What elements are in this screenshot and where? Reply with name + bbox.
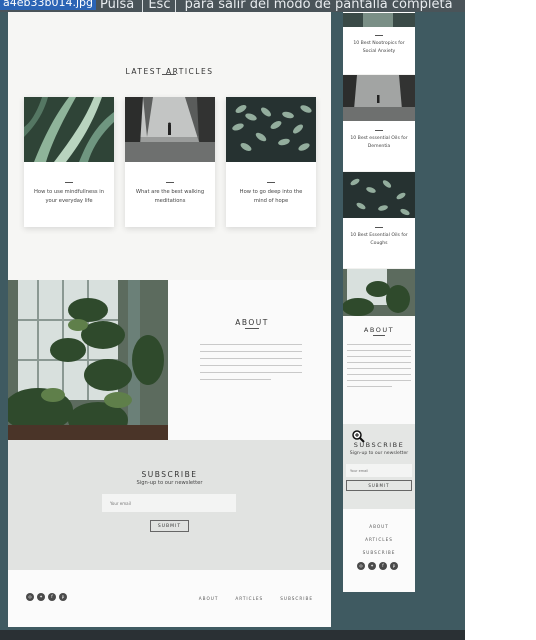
- greenhouse-photo: [8, 280, 168, 440]
- article-card[interactable]: 10 Best essential Oils for Dementia: [343, 75, 415, 171]
- footer: ABOUT ARTICLES SUBSCRIBE ◎ ✦ f p: [343, 509, 415, 592]
- card-divider: [166, 182, 174, 183]
- title-divider: [245, 328, 259, 329]
- card-title: 10 Best Essential Oils for Coughs: [350, 233, 408, 246]
- leafy-branches-photo: [343, 172, 415, 218]
- about-body-text: [347, 344, 411, 392]
- card-title: What are the best walking meditations: [135, 189, 205, 204]
- pinterest-icon[interactable]: p: [390, 562, 398, 570]
- footer-nav: ABOUT ARTICLES SUBSCRIBE: [199, 596, 313, 601]
- viewer-bottom-bar: [0, 630, 465, 640]
- misty-forest-walker-photo: [125, 97, 215, 162]
- social-links: ◎ ✦ f p: [357, 562, 398, 570]
- subscribe-title: SUBSCRIBE: [353, 441, 405, 449]
- hint-after: para salir del modo de pantalla completa: [184, 0, 453, 12]
- zoom-in-icon[interactable]: [351, 428, 365, 443]
- pinterest-icon[interactable]: p: [59, 593, 67, 601]
- card-title: How to go deep into the mind of hope: [239, 189, 303, 204]
- email-field[interactable]: [102, 494, 236, 512]
- twitter-icon[interactable]: ✦: [368, 562, 376, 570]
- title-divider: [373, 335, 385, 336]
- about-section: ABOUT: [8, 280, 331, 440]
- latest-articles-section: LATEST ARTICLES How to use mindfullness …: [8, 12, 331, 282]
- about-title: ABOUT: [235, 318, 269, 327]
- subscribe-subtitle: Sign-up to our newsletter: [136, 480, 203, 486]
- footer-link-about[interactable]: ABOUT: [199, 596, 219, 601]
- title-divider: [162, 74, 176, 75]
- card-divider: [375, 130, 383, 131]
- mobile-mockup: 10 Best Nootropics for Social Anxiety 10…: [343, 12, 415, 592]
- social-links: ◎ ✦ f p: [26, 593, 67, 601]
- submit-button[interactable]: SUBMIT: [346, 480, 412, 491]
- subscribe-subtitle: Sign-up to our newsletter: [349, 451, 409, 456]
- article-card[interactable]: How to go deep into the mind of hope: [226, 97, 316, 227]
- twitter-icon[interactable]: ✦: [37, 593, 45, 601]
- card-divider: [267, 182, 275, 183]
- filename-label: a4eb33b014.jpg: [0, 0, 96, 10]
- card-title: 10 Best Nootropics for Social Anxiety: [353, 41, 405, 54]
- about-title: ABOUT: [363, 326, 395, 334]
- image-viewer: a4eb33b014.jpg Pulsa Esc para salir del …: [0, 0, 465, 640]
- misty-forest-walker-photo: [343, 75, 415, 121]
- green-leaves-photo: [24, 97, 114, 162]
- footer-link-subscribe[interactable]: SUBSCRIBE: [343, 550, 415, 555]
- footer-link-articles[interactable]: ARTICLES: [235, 596, 263, 601]
- article-card[interactable]: How to use mindfullness in your everyday…: [24, 97, 114, 227]
- card-divider: [65, 182, 73, 183]
- leafy-branches-photo: [226, 97, 316, 162]
- hint-before: Pulsa: [100, 0, 135, 12]
- desktop-mockup: LATEST ARTICLES How to use mindfullness …: [8, 12, 331, 627]
- card-divider: [375, 227, 383, 228]
- fullscreen-hint-bar: a4eb33b014.jpg Pulsa Esc para salir del …: [0, 0, 465, 15]
- subscribe-title: SUBSCRIBE: [141, 470, 198, 479]
- card-divider: [375, 35, 383, 36]
- about-section: ABOUT: [343, 316, 415, 424]
- card-title: How to use mindfullness in your everyday…: [34, 189, 104, 204]
- photo-strip: [343, 12, 415, 27]
- subscribe-section: SUBSCRIBE Sign-up to our newsletter SUBM…: [8, 440, 331, 570]
- facebook-icon[interactable]: f: [48, 593, 56, 601]
- submit-button[interactable]: SUBMIT: [150, 520, 189, 532]
- instagram-icon[interactable]: ◎: [26, 593, 34, 601]
- article-card[interactable]: 10 Best Nootropics for Social Anxiety: [343, 12, 415, 74]
- footer-link-about[interactable]: ABOUT: [343, 524, 415, 529]
- subscribe-section: SUBSCRIBE Sign-up to our newsletter SUBM…: [343, 424, 415, 509]
- about-body-text: [200, 344, 302, 386]
- footer-link-articles[interactable]: ARTICLES: [343, 537, 415, 542]
- instagram-icon[interactable]: ◎: [357, 562, 365, 570]
- card-title: 10 Best essential Oils for Dementia: [350, 136, 408, 149]
- facebook-icon[interactable]: f: [379, 562, 387, 570]
- article-card[interactable]: 10 Best Essential Oils for Coughs: [343, 172, 415, 268]
- footer: ◎ ✦ f p ABOUT ARTICLES SUBSCRIBE: [8, 570, 331, 627]
- email-field[interactable]: [346, 464, 412, 477]
- article-card[interactable]: What are the best walking meditations: [125, 97, 215, 227]
- greenhouse-photo: [343, 269, 415, 316]
- footer-link-subscribe[interactable]: SUBSCRIBE: [280, 596, 313, 601]
